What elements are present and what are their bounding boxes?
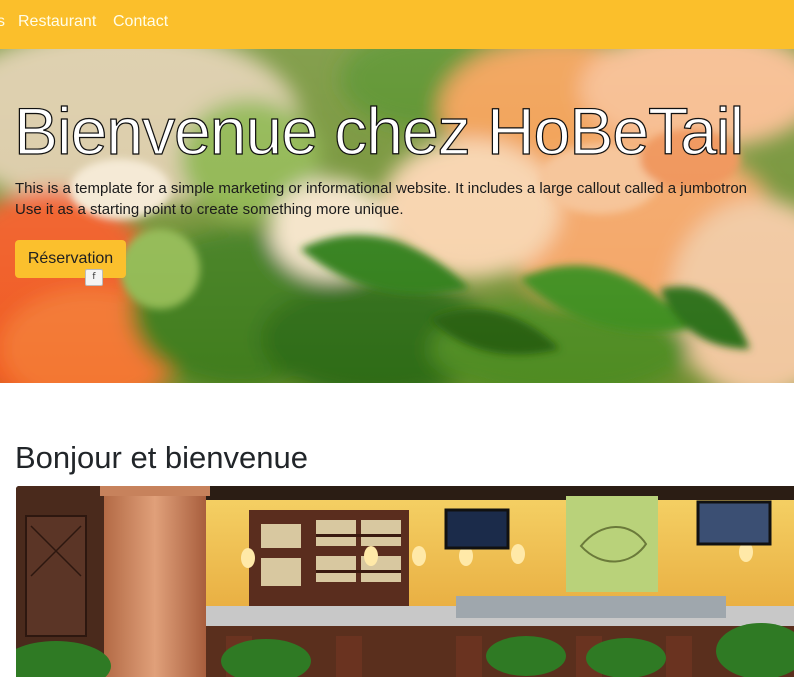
hero-jumbotron: Bienvenue chez HoBeTail This is a templa… [0,49,794,383]
restaurant-interior-image [16,486,794,677]
reservation-button[interactable]: Réservation [15,240,126,278]
hero-lead-line-1: This is a template for a simple marketin… [15,180,748,197]
nav-item-contact[interactable]: Contact [113,12,168,32]
hero-lead-line-2: Use it as a starting point to create som… [15,201,404,218]
nav-item-restaurant[interactable]: Restaurant [18,12,96,32]
navbar: s Restaurant Contact [0,0,794,49]
hero-lead-text: This is a template for a simple marketin… [15,178,794,220]
hero-title: Bienvenue chez HoBeTail [13,94,744,168]
nav-item-partial[interactable]: s [0,12,5,32]
section-title: Bonjour et bienvenue [15,440,309,475]
facebook-icon[interactable]: f [85,269,103,286]
